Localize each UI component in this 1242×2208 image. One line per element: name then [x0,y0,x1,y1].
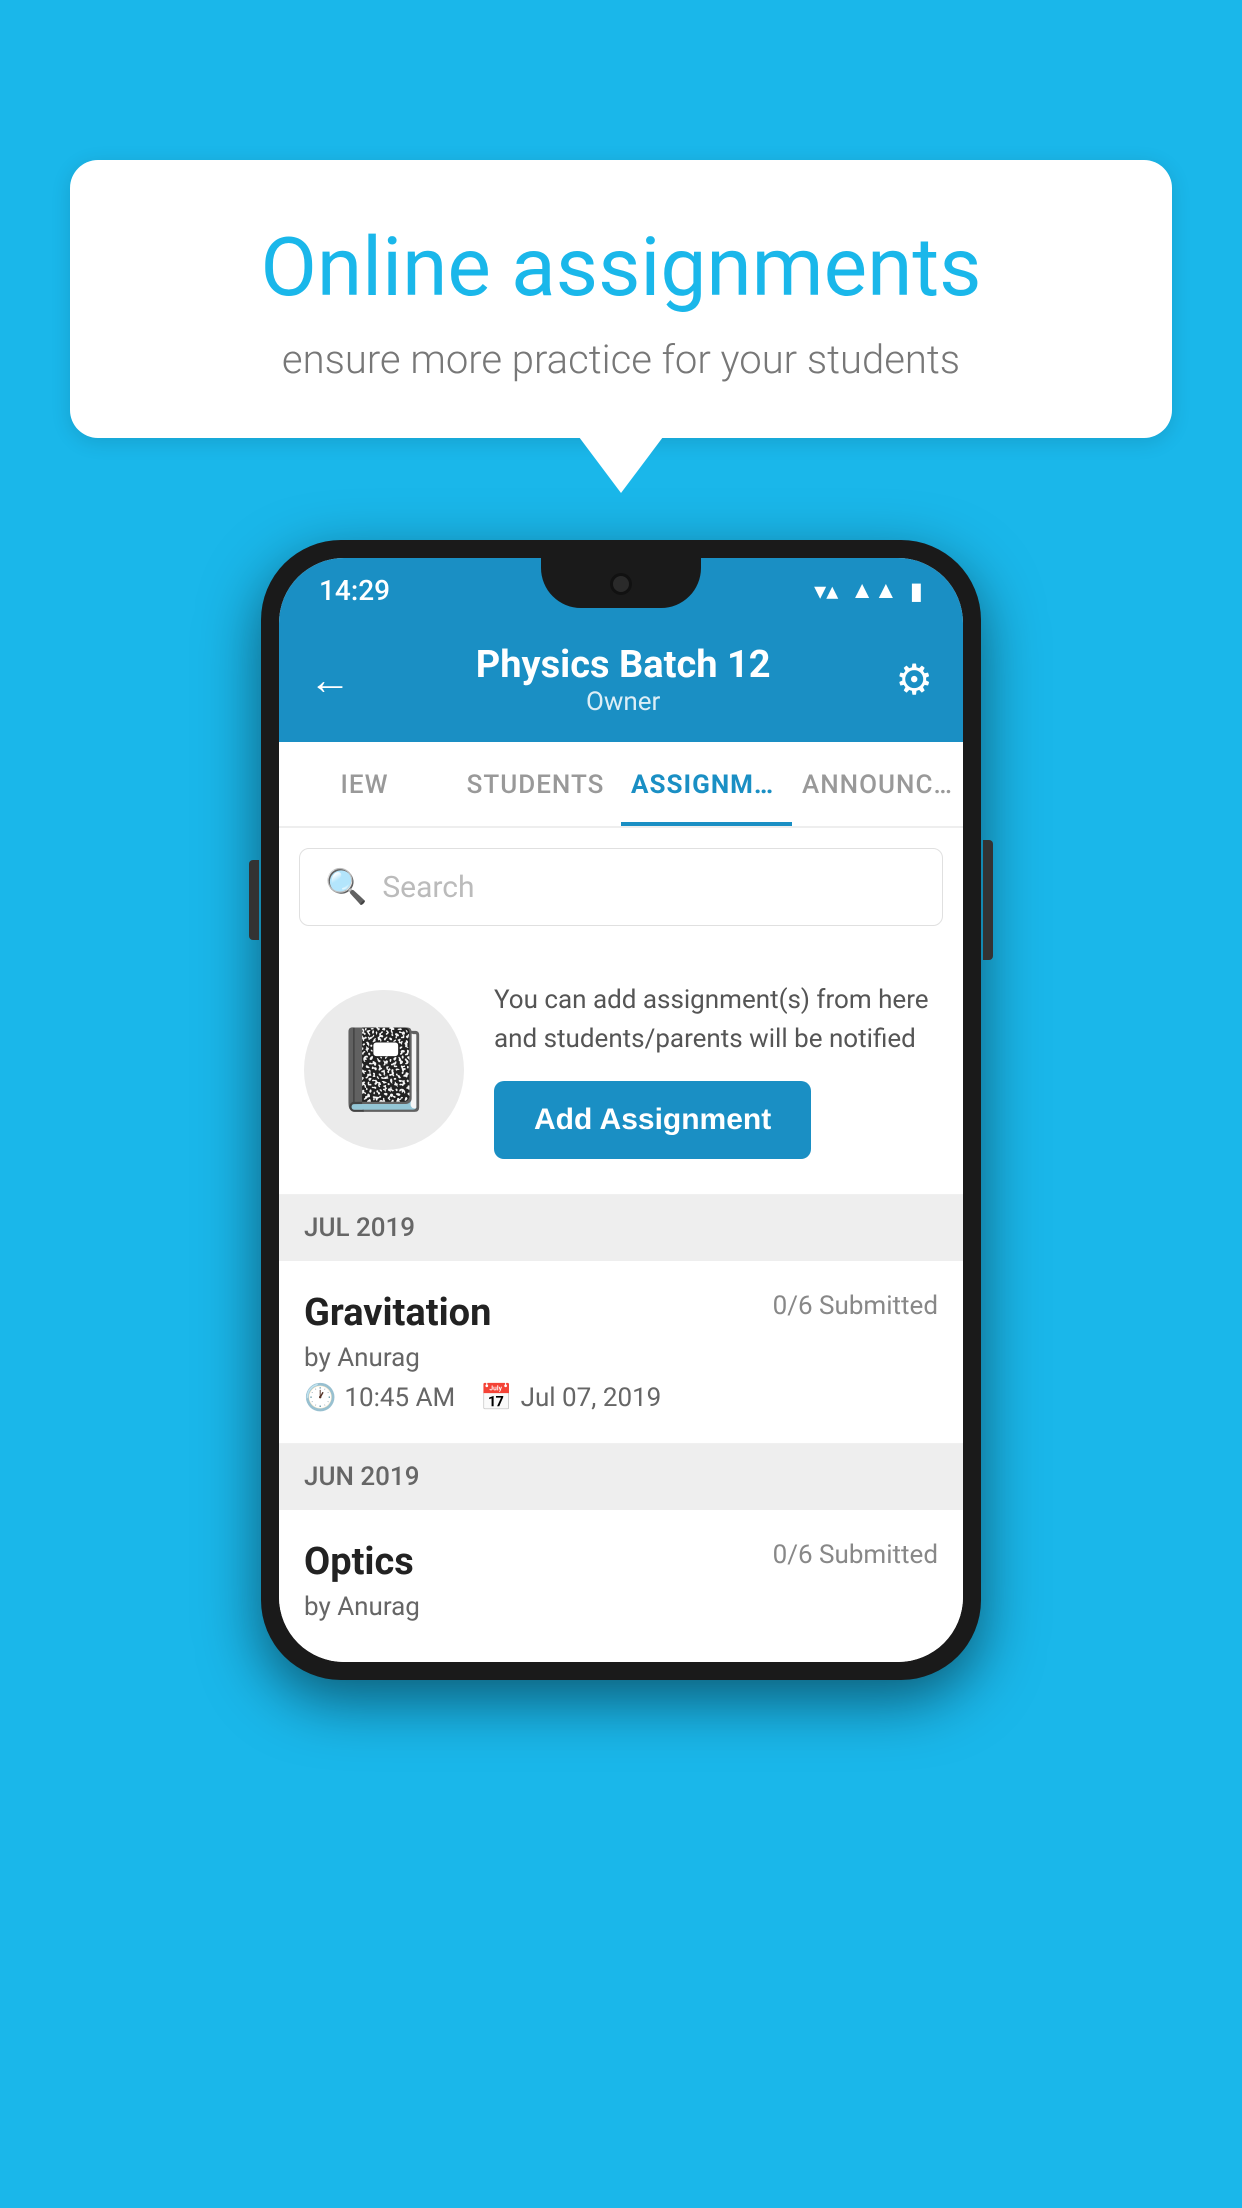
tab-announcements[interactable]: ANNOUNCEM... [792,742,963,826]
phone-wrapper: 14:29 ▾▴ ▲▲ ▮ ← Physics Batch 12 Owner ⚙ [261,540,981,1680]
clock-icon: 🕐 [304,1383,336,1413]
search-placeholder: Search [382,870,474,905]
search-bar[interactable]: 🔍 Search [299,848,943,926]
assignment-item-gravitation[interactable]: Gravitation 0/6 Submitted by Anurag 🕐 10… [279,1261,963,1444]
phone-notch [541,558,701,608]
speech-bubble-container: Online assignments ensure more practice … [70,160,1172,438]
tabs-bar: IEW STUDENTS ASSIGNMENTS ANNOUNCEM... [279,742,963,828]
assignment-status-optics: 0/6 Submitted [773,1540,938,1570]
header-subtitle: Owner [476,687,771,717]
assignment-status: 0/6 Submitted [773,1291,938,1321]
speech-bubble: Online assignments ensure more practice … [70,160,1172,438]
assignment-time: 10:45 AM [344,1383,455,1413]
tab-students[interactable]: STUDENTS [450,742,621,826]
assignment-top: Gravitation 0/6 Submitted [304,1291,938,1335]
search-container: 🔍 Search [279,828,963,946]
search-icon: 🔍 [325,867,367,907]
signal-icon: ▲▲ [850,576,898,605]
promo-text: You can add assignment(s) from here and … [494,981,938,1059]
meta-time: 🕐 10:45 AM [304,1383,455,1413]
add-assignment-promo: 📓 You can add assignment(s) from here an… [279,946,963,1195]
back-button[interactable]: ← [309,656,351,705]
calendar-icon: 📅 [480,1383,512,1413]
notebook-icon: 📓 [334,1023,434,1117]
header-title: Physics Batch 12 [476,643,771,687]
meta-date: 📅 Jul 07, 2019 [480,1383,661,1413]
speech-bubble-title: Online assignments [140,220,1102,316]
add-assignment-button[interactable]: Add Assignment [494,1081,811,1159]
wifi-icon: ▾▴ [814,577,838,605]
tab-assignments[interactable]: ASSIGNMENTS [621,742,792,826]
settings-button[interactable]: ⚙ [895,655,933,705]
promo-content: You can add assignment(s) from here and … [494,981,938,1159]
assignment-name-optics: Optics [304,1540,414,1584]
app-header: ← Physics Batch 12 Owner ⚙ [279,623,963,742]
assignment-item-optics[interactable]: Optics 0/6 Submitted by Anurag [279,1510,963,1662]
phone-screen: 14:29 ▾▴ ▲▲ ▮ ← Physics Batch 12 Owner ⚙ [279,558,963,1662]
assignment-meta: 🕐 10:45 AM 📅 Jul 07, 2019 [304,1383,938,1413]
assignment-top-optics: Optics 0/6 Submitted [304,1540,938,1584]
section-header-jul: JUL 2019 [279,1195,963,1261]
speech-bubble-subtitle: ensure more practice for your students [140,336,1102,383]
assignment-date: Jul 07, 2019 [521,1383,662,1413]
header-center: Physics Batch 12 Owner [476,643,771,717]
section-header-jun: JUN 2019 [279,1444,963,1510]
battery-icon: ▮ [910,577,923,605]
camera-icon [610,573,632,595]
phone-outer: 14:29 ▾▴ ▲▲ ▮ ← Physics Batch 12 Owner ⚙ [261,540,981,1680]
status-icons: ▾▴ ▲▲ ▮ [814,576,923,605]
promo-icon-circle: 📓 [304,990,464,1150]
tab-iew[interactable]: IEW [279,742,450,826]
assignment-author-optics: by Anurag [304,1592,938,1622]
status-time: 14:29 [319,574,390,607]
assignment-author: by Anurag [304,1343,938,1373]
assignment-name: Gravitation [304,1291,491,1335]
